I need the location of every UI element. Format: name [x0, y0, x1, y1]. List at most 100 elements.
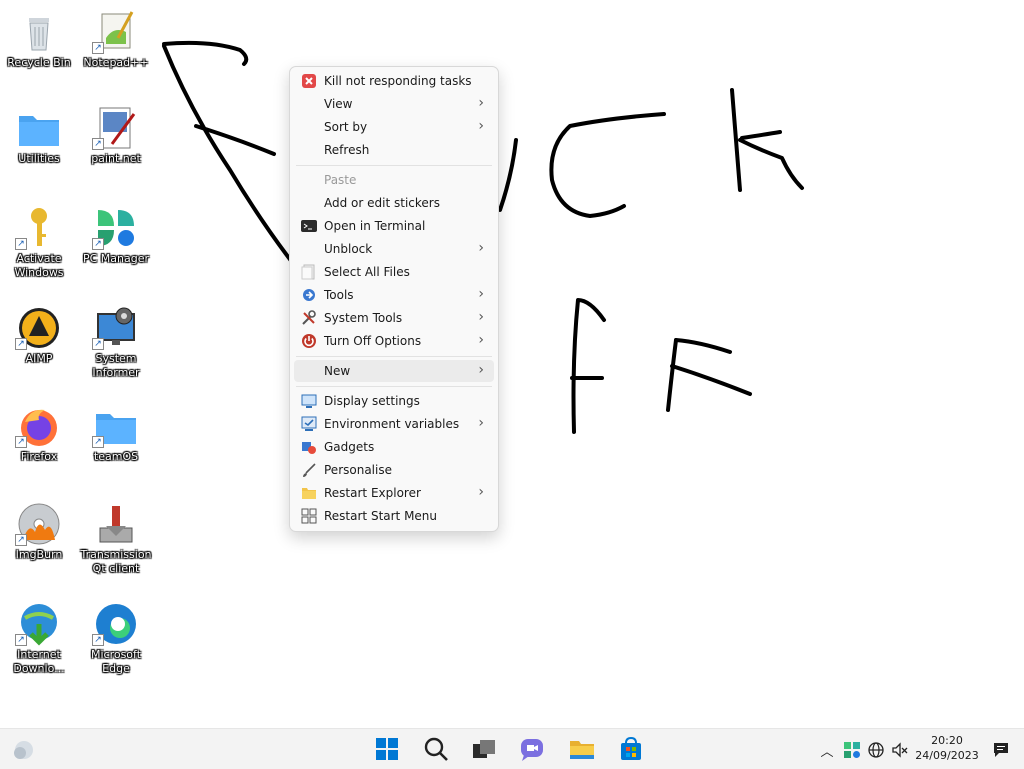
- menu-item-label: Gadgets: [324, 440, 375, 454]
- menu-item-label: Unblock: [324, 242, 373, 256]
- menu-item-label: Turn Off Options: [324, 334, 422, 348]
- shortcut-arrow-icon: ↗: [15, 338, 27, 350]
- chevron-right-icon: ›: [478, 118, 484, 134]
- menu-item-label: Personalise: [324, 463, 392, 477]
- menu-item-label: Restart Explorer: [324, 486, 421, 500]
- show-hidden-icons-chevron-icon[interactable]: ︿: [818, 741, 836, 760]
- menu-item-select-all-files[interactable]: Select All Files: [294, 261, 494, 283]
- folder-icon: [19, 116, 59, 146]
- desktop-context-menu: Kill not responding tasks View › Sort by…: [289, 66, 499, 532]
- menu-item-display-settings[interactable]: Display settings: [294, 390, 494, 412]
- gadgets-icon: [302, 442, 316, 454]
- shortcut-arrow-icon: ↗: [15, 436, 27, 448]
- desktop-icon-label: Transmission Qt client: [80, 548, 152, 575]
- menu-separator: [296, 386, 492, 387]
- menu-item-label: Kill not responding tasks: [324, 74, 472, 88]
- chevron-right-icon: ›: [478, 309, 484, 325]
- shortcut-arrow-icon: ↗: [92, 436, 104, 448]
- menu-item-paste: Paste: [294, 169, 494, 191]
- start-icon[interactable]: [373, 735, 401, 763]
- menu-item-gadgets[interactable]: Gadgets: [294, 436, 494, 458]
- system-tools-icon: [302, 310, 316, 325]
- menu-item-add-edit-stickers[interactable]: Add or edit stickers: [294, 192, 494, 214]
- chat-icon[interactable]: [518, 735, 546, 763]
- desktop-icon-label: Utilities: [18, 152, 60, 165]
- desktop-icon-label: Internet Downlo...: [13, 648, 65, 675]
- chevron-right-icon: ›: [478, 415, 484, 431]
- menu-item-open-in-terminal[interactable]: Open in Terminal: [294, 215, 494, 237]
- file-explorer-icon[interactable]: [568, 735, 596, 763]
- shortcut-arrow-icon: ↗: [92, 338, 104, 350]
- shortcut-arrow-icon: ↗: [92, 634, 104, 646]
- desktop-icon-label: System Informer: [92, 352, 140, 379]
- chevron-right-icon: ›: [478, 286, 484, 302]
- menu-item-label: Display settings: [324, 394, 420, 408]
- desktop-icon-label: AIMP: [25, 352, 53, 365]
- shortcut-arrow-icon: ↗: [92, 238, 104, 250]
- desktop-icon-label: ImgBurn: [15, 548, 63, 561]
- menu-item-label: Sort by: [324, 120, 368, 134]
- shortcut-arrow-icon: ↗: [15, 634, 27, 646]
- menu-item-label: Add or edit stickers: [324, 196, 440, 210]
- search-icon[interactable]: [422, 735, 450, 763]
- menu-item-label: Tools: [324, 288, 354, 302]
- menu-item-environment-variables[interactable]: Environment variables ›: [294, 413, 494, 435]
- start-grid-icon: [301, 508, 317, 524]
- menu-item-refresh[interactable]: Refresh: [294, 139, 494, 161]
- chevron-right-icon: ›: [478, 240, 484, 256]
- select-files-icon: [301, 264, 315, 280]
- chevron-right-icon: ›: [478, 362, 484, 378]
- chevron-right-icon: ›: [478, 332, 484, 348]
- menu-item-personalise[interactable]: Personalise: [294, 459, 494, 481]
- taskbar: ︿ 20:20 24/09/2023: [0, 728, 1024, 769]
- menu-item-kill-not-responding[interactable]: Kill not responding tasks: [294, 70, 494, 92]
- menu-item-unblock[interactable]: Unblock ›: [294, 238, 494, 260]
- store-icon[interactable]: [617, 735, 645, 763]
- menu-item-label: View: [324, 97, 353, 111]
- tools-icon: [303, 289, 315, 301]
- menu-item-label: Restart Start Menu: [324, 509, 438, 523]
- brush-icon: [303, 463, 316, 477]
- desktop-icon-label: Notepad++: [83, 56, 149, 69]
- menu-item-tools[interactable]: Tools ›: [294, 284, 494, 306]
- weather-widget-icon[interactable]: [10, 735, 38, 763]
- network-globe-icon[interactable]: [867, 741, 885, 759]
- menu-item-label: Open in Terminal: [324, 219, 426, 233]
- shortcut-arrow-icon: ↗: [92, 42, 104, 54]
- menu-item-restart-start-menu[interactable]: Restart Start Menu: [294, 505, 494, 527]
- menu-item-label: System Tools: [324, 311, 403, 325]
- pc-manager-tray-icon[interactable]: [843, 741, 861, 759]
- shortcut-arrow-icon: ↗: [15, 534, 27, 546]
- desktop-icon-label: paint.net: [91, 152, 141, 165]
- chevron-right-icon: ›: [478, 484, 484, 500]
- desktop-icon-label: Activate Windows: [14, 252, 64, 279]
- shortcut-arrow-icon: ↗: [92, 138, 104, 150]
- desktop[interactable]: Recycle Bin ↗ Notepad++ Utilities ↗ pain…: [0, 0, 1024, 728]
- power-icon: [302, 334, 316, 348]
- desktop-icon-label: Recycle Bin: [7, 56, 71, 69]
- task-view-icon[interactable]: [470, 735, 498, 763]
- menu-item-sort-by[interactable]: Sort by ›: [294, 116, 494, 138]
- menu-separator: [296, 356, 492, 357]
- menu-item-label: Environment variables: [324, 417, 460, 431]
- desktop-icon-label: Firefox: [20, 450, 58, 463]
- env-vars-icon: [301, 416, 317, 431]
- menu-item-label: New: [324, 364, 351, 378]
- volume-muted-icon[interactable]: [891, 741, 909, 759]
- menu-separator: [296, 165, 492, 166]
- notification-center-icon[interactable]: [992, 741, 1010, 759]
- menu-item-restart-explorer[interactable]: Restart Explorer ›: [294, 482, 494, 504]
- menu-item-turn-off-options[interactable]: Turn Off Options ›: [294, 330, 494, 352]
- desktop-icon-label: PC Manager: [82, 252, 150, 265]
- menu-item-new[interactable]: New ›: [294, 360, 494, 382]
- terminal-icon: [301, 220, 317, 232]
- recycle-bin-icon: [29, 18, 49, 51]
- menu-item-view[interactable]: View ›: [294, 93, 494, 115]
- desktop-icon-label: Microsoft Edge: [90, 648, 142, 675]
- menu-item-system-tools[interactable]: System Tools ›: [294, 307, 494, 329]
- transmission-icon: [99, 506, 133, 543]
- menu-item-label: Select All Files: [324, 265, 410, 279]
- clock-date: 24/09/2023: [915, 749, 979, 762]
- menu-item-label: Refresh: [324, 143, 370, 157]
- system-clock[interactable]: 20:20 24/09/2023: [914, 733, 980, 763]
